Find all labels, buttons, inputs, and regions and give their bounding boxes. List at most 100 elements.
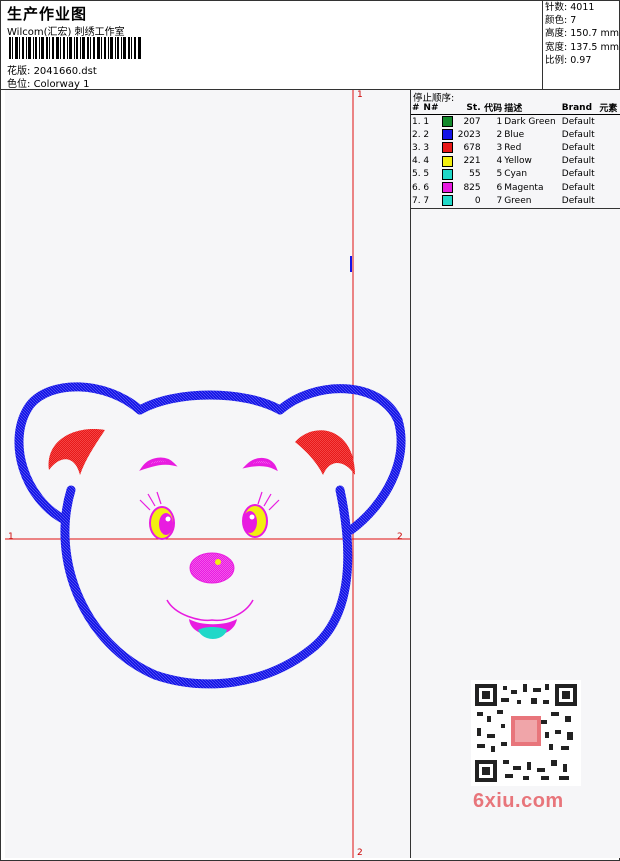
row-code: 1 — [496, 116, 503, 127]
row-element — [598, 141, 620, 154]
row-brand: Default — [561, 129, 595, 140]
col-header: St. — [454, 101, 482, 115]
row-element — [598, 115, 620, 129]
col-header: Brand — [560, 101, 599, 115]
table-header-row: # N# St. 代码 描述 Brand 元素 — [411, 101, 620, 115]
row-needle: 5 — [423, 169, 430, 180]
row-description: Blue — [504, 129, 525, 140]
row-code: 3 — [496, 142, 503, 153]
color-swatch-box — [441, 142, 453, 154]
table-row: 1. 1 207 1 Dark Green Default — [411, 115, 620, 129]
color-swatch — [441, 141, 455, 154]
col-header: N# — [422, 101, 441, 115]
row-description: Red — [504, 142, 522, 153]
stat-row: 针数: 4011 — [545, 2, 595, 13]
row-code: 4 — [496, 156, 503, 167]
row-description: Cyan — [504, 169, 528, 180]
color-swatch-box — [441, 155, 453, 167]
row-needle: 3 — [423, 142, 430, 153]
row-element — [598, 181, 620, 194]
color-sequence-panel: 停止顺序: # N# St. 代码 描述 Brand 元素 1. 1 207 1 Dar… — [411, 90, 620, 858]
left-inner-ear — [48, 429, 105, 475]
guide-marker-bottom: 2 — [357, 848, 363, 858]
left-brow — [139, 457, 178, 471]
row-needle: 6 — [423, 182, 430, 193]
sheet-subtitle: Wilcom(汇宏) 刺绣工作室 — [7, 27, 125, 38]
color-sequence-table: # N# St. 代码 描述 Brand 元素 1. 1 207 1 Dark Gree… — [411, 101, 620, 207]
row-description: Dark Green — [504, 116, 556, 127]
color-swatch — [441, 181, 455, 194]
color-swatch-box — [441, 129, 453, 141]
row-description: Magenta — [504, 182, 544, 193]
guide-marker-top: 1 — [357, 90, 363, 100]
col-header: 元素 — [598, 101, 620, 115]
row-element — [598, 128, 620, 141]
head-top-outline — [135, 390, 285, 415]
colorway-row: 色位: Colorway 1 — [7, 75, 89, 90]
row-stitches: 2023 — [457, 129, 481, 140]
row-index: 1. — [412, 116, 421, 127]
design-stats: 针数: 4011 颜色: 7 高度: 150.7 mm 宽度: 137.5 mm… — [542, 1, 620, 89]
color-swatch-box — [441, 182, 453, 194]
row-code: 7 — [496, 195, 503, 206]
color-swatch — [441, 155, 455, 168]
row-index: 6. — [412, 182, 421, 193]
table-row: 2. 2 2023 2 Blue Default — [411, 128, 620, 141]
row-code: 2 — [496, 129, 503, 140]
right-inner-ear — [295, 430, 355, 475]
row-code: 6 — [496, 182, 503, 193]
nose-highlight — [215, 559, 221, 565]
row-brand: Default — [561, 116, 595, 127]
table-row: 6. 6 825 6 Magenta Default — [411, 181, 620, 194]
col-header: 描述 — [503, 101, 561, 115]
color-swatch — [441, 128, 455, 141]
row-element — [598, 155, 620, 168]
watermark: 6xiu.com — [473, 790, 564, 812]
row-code: 5 — [496, 169, 503, 180]
table-row: 7. 7 0 7 Green Default — [411, 194, 620, 207]
row-index: 5. — [412, 169, 421, 180]
right-brow — [242, 458, 278, 472]
row-index: 4. — [412, 156, 421, 167]
row-stitches: 825 — [463, 182, 481, 193]
row-stitches: 207 — [463, 116, 481, 127]
stat-row: 高度: 150.7 mm — [545, 28, 619, 40]
guide-marker-left: 1 — [8, 532, 14, 542]
row-needle: 4 — [423, 156, 430, 167]
row-brand: Default — [561, 195, 595, 206]
color-swatch — [441, 115, 455, 129]
sheet-title: 生产作业图 — [7, 5, 88, 23]
stat-row: 颜色: 7 — [545, 15, 577, 27]
mouth-line — [166, 599, 254, 622]
row-brand: Default — [561, 156, 595, 167]
row-brand: Default — [561, 169, 595, 180]
color-swatch-box — [441, 116, 453, 128]
embroidery-preview — [5, 90, 410, 858]
row-element — [598, 168, 620, 181]
row-description: Yellow — [504, 156, 532, 167]
table-row: 4. 4 221 4 Yellow Default — [411, 155, 620, 168]
row-description: Green — [504, 195, 532, 206]
qr-code — [471, 680, 581, 786]
row-stitches: 221 — [463, 156, 481, 167]
row-element — [598, 194, 620, 207]
row-needle: 2 — [423, 129, 430, 140]
row-brand: Default — [561, 182, 595, 193]
col-header: # — [411, 101, 423, 115]
row-index: 3. — [412, 142, 421, 153]
table-row: 3. 3 678 3 Red Default — [411, 141, 620, 154]
row-needle: 7 — [423, 195, 430, 206]
col-header — [440, 101, 455, 115]
tongue — [198, 627, 227, 639]
right-eye — [242, 504, 268, 538]
stat-row: 比例: 0.97 — [545, 54, 592, 66]
row-brand: Default — [561, 142, 595, 153]
color-swatch — [441, 194, 455, 207]
row-needle: 1 — [423, 116, 430, 127]
production-sheet: 生产作业图 Wilcom(汇宏) 刺绣工作室 花版: 2041660.dst 色… — [0, 0, 620, 861]
col-header: 代码 — [481, 101, 504, 115]
stat-row: 宽度: 137.5 mm — [545, 41, 619, 53]
row-index: 7. — [412, 195, 421, 206]
nose — [189, 552, 235, 584]
barcode — [9, 37, 141, 59]
